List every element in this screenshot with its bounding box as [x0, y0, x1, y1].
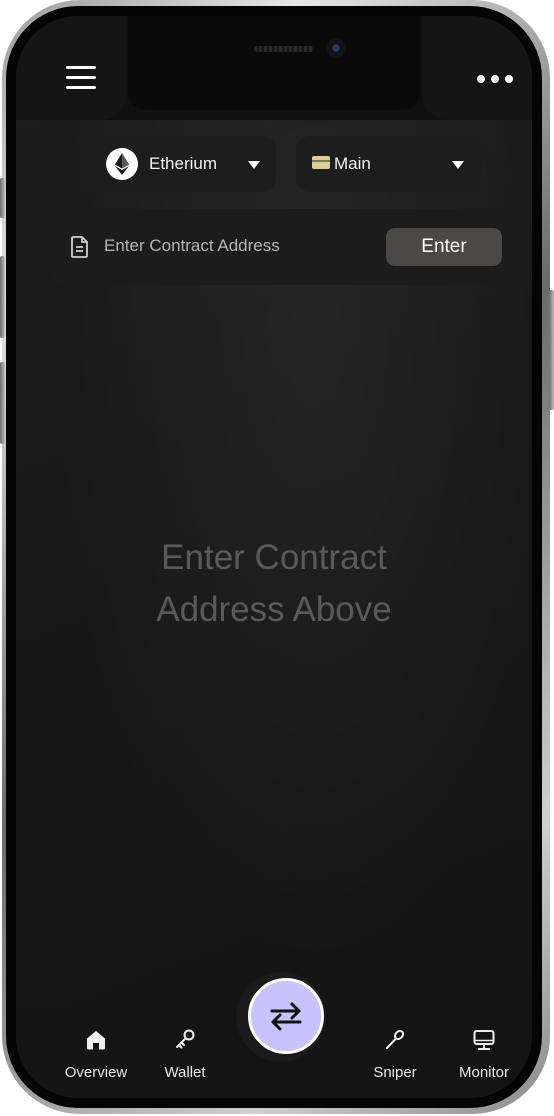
- phone-bezel: Etherium Main Enter Enter Contract Addr: [6, 6, 542, 1108]
- empty-state-line-2: Address Above: [156, 590, 392, 629]
- mute-switch: [0, 178, 5, 218]
- nav-label-monitor: Monitor: [458, 1064, 510, 1081]
- empty-state-line-1: Enter Contract: [161, 538, 387, 577]
- enter-button[interactable]: Enter: [386, 228, 502, 266]
- sniper-icon: [383, 1028, 407, 1052]
- power-button: [549, 290, 554, 410]
- network-selector[interactable]: Etherium: [92, 136, 276, 192]
- menu-button[interactable]: [64, 64, 98, 92]
- contract-address-input[interactable]: [104, 231, 374, 261]
- nav-item-wallet[interactable]: Wallet: [145, 1008, 225, 1088]
- more-options-button[interactable]: [476, 72, 514, 86]
- wallet-card-icon: [312, 156, 330, 169]
- nav-item-overview[interactable]: Overview: [56, 1008, 136, 1088]
- monitor-icon: [472, 1028, 496, 1052]
- nav-item-monitor[interactable]: Monitor: [444, 1008, 524, 1088]
- notch: [128, 16, 420, 110]
- ethereum-icon: [106, 148, 138, 180]
- nav-label-wallet: Wallet: [164, 1064, 206, 1081]
- top-bar-right: [422, 16, 532, 120]
- nav-item-sniper[interactable]: Sniper: [355, 1008, 435, 1088]
- swap-button[interactable]: [248, 978, 324, 1054]
- volume-up-button: [0, 256, 5, 338]
- nav-label-overview: Overview: [64, 1064, 128, 1081]
- wallet-selector-label: Main: [334, 154, 371, 173]
- document-icon: [70, 235, 90, 259]
- app-screen: Etherium Main Enter Enter Contract Addr: [16, 16, 532, 1098]
- chevron-down-icon: [452, 161, 464, 169]
- wallet-selector[interactable]: Main: [296, 136, 482, 192]
- front-camera: [326, 38, 346, 58]
- volume-down-button: [0, 362, 5, 444]
- contract-address-bar: Enter: [50, 209, 520, 285]
- network-selector-label: Etherium: [149, 154, 218, 173]
- earpiece-speaker: [254, 46, 314, 52]
- empty-state-message: Enter Contract Address Above: [74, 532, 474, 636]
- chevron-down-icon: [248, 161, 260, 169]
- home-icon: [84, 1028, 108, 1052]
- nav-label-sniper: Sniper: [373, 1064, 417, 1081]
- key-icon: [173, 1028, 197, 1052]
